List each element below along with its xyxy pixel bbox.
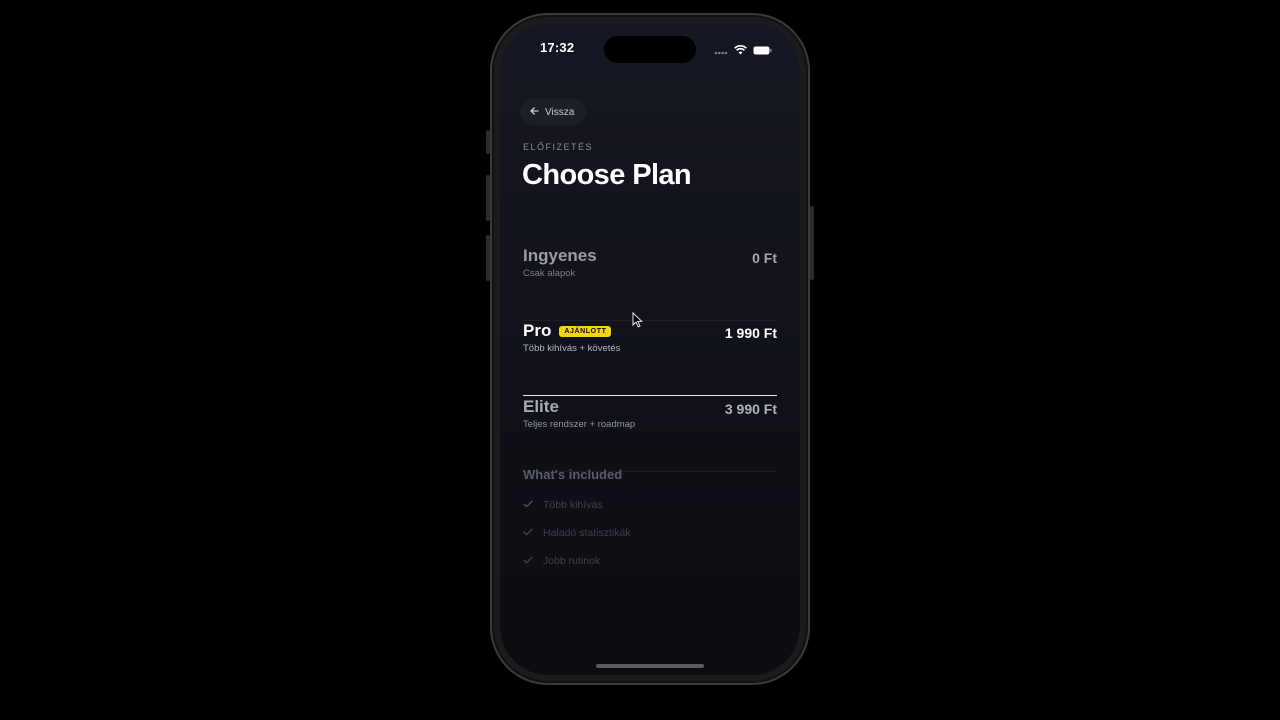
feature-label: Haladó statisztikák — [543, 527, 631, 539]
action-button — [486, 130, 490, 154]
plan-option-pro[interactable]: Pro AJÁNLOTT Több kihívás + követés 1 99… — [523, 321, 777, 396]
page-title: Choose Plan — [522, 159, 692, 191]
feature-item: Több kihívás — [523, 499, 603, 511]
arrow-left-icon — [530, 106, 539, 118]
plan-subtitle: Teljes rendszer + roadmap — [523, 419, 636, 430]
phone-screen: 17:32 Vissza ELŐFIZETÉS Choose Plan Ingy… — [500, 23, 800, 675]
plan-price: 1 990 Ft — [724, 325, 777, 341]
plan-name: Ingyenes — [523, 246, 597, 265]
home-indicator — [596, 664, 704, 668]
plan-subtitle: Csak alapok — [523, 268, 576, 279]
included-title: What's included — [523, 467, 623, 482]
plan-price: 3 990 Ft — [724, 401, 777, 417]
plan-selected-underline — [523, 394, 777, 396]
status-time: 17:32 — [540, 40, 575, 55]
stage: 17:32 Vissza ELŐFIZETÉS Choose Plan Ingy… — [0, 0, 1280, 720]
plan-option-free[interactable]: Ingyenes Csak alapok 0 Ft — [523, 246, 777, 321]
back-label: Vissza — [545, 106, 575, 118]
feature-item: Haladó statisztikák — [523, 527, 631, 539]
plan-subtitle: Több kihívás + követés — [523, 343, 621, 354]
plan-option-elite[interactable]: Elite Teljes rendszer + roadmap 3 990 Ft — [523, 397, 777, 472]
volume-up-button — [486, 175, 490, 221]
dynamic-island — [604, 36, 696, 63]
back-button[interactable]: Vissza — [520, 99, 587, 125]
feature-item: Jobb rutinok — [523, 555, 600, 567]
check-icon — [523, 499, 533, 511]
signal-dots-icon — [714, 42, 728, 60]
volume-down-button — [486, 235, 490, 281]
wifi-icon — [734, 42, 747, 60]
recommended-badge: AJÁNLOTT — [559, 325, 612, 337]
plan-name: Elite — [523, 397, 559, 416]
battery-icon — [753, 42, 772, 60]
power-button — [810, 206, 814, 280]
feature-label: Jobb rutinok — [543, 555, 601, 567]
plan-name: Pro — [523, 321, 552, 340]
check-icon — [523, 527, 533, 539]
mouse-cursor-icon — [632, 311, 644, 333]
plan-price: 0 Ft — [752, 250, 777, 266]
page-eyebrow: ELŐFIZETÉS — [523, 142, 594, 152]
phone-frame: 17:32 Vissza ELŐFIZETÉS Choose Plan Ingy… — [486, 13, 814, 685]
status-icons — [714, 42, 772, 60]
feature-label: Több kihívás — [543, 499, 603, 511]
check-icon — [523, 555, 533, 567]
